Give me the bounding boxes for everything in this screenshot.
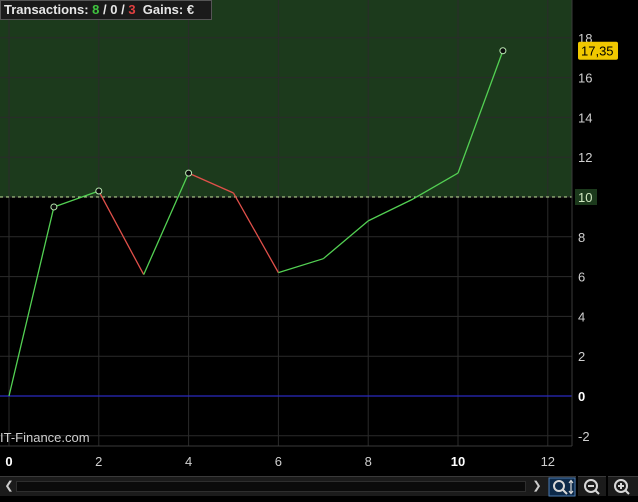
y-tick-label: 2: [578, 349, 585, 364]
separator: /: [117, 2, 129, 17]
threshold-badge: 10: [575, 189, 597, 205]
equity-chart: -2024681012141618 024681012 10 17,35: [0, 0, 618, 469]
data-point-marker: [499, 47, 507, 55]
zoom-in-button[interactable]: [608, 476, 638, 496]
x-tick-label: 6: [275, 454, 282, 469]
chevron-right-icon[interactable]: ❯: [530, 479, 544, 493]
y-tick-label: 12: [578, 150, 592, 165]
losing-trades-count: 3: [128, 2, 136, 17]
scroll-track[interactable]: [16, 481, 526, 492]
separator: /: [99, 2, 111, 17]
zoom-fit-icon: [548, 477, 576, 497]
last-value-badge: 17,35: [578, 41, 618, 60]
data-point-marker: [185, 169, 193, 177]
data-point-marker: [50, 203, 58, 211]
x-tick-label: 0: [5, 454, 12, 469]
horizontal-scrollbar[interactable]: ❮ ❯: [0, 476, 548, 496]
chevron-left-icon[interactable]: ❮: [2, 479, 16, 493]
x-tick-label: 2: [95, 454, 102, 469]
x-tick-label: 12: [541, 454, 555, 469]
data-point-marker: [95, 187, 103, 195]
gains-label: Gains:: [142, 2, 184, 17]
positive-zone: [0, 0, 572, 197]
y-tick-label: 6: [578, 270, 585, 285]
currency-symbol: €: [186, 2, 195, 17]
y-axis[interactable]: -2024681012141618: [578, 31, 592, 444]
x-tick-label: 4: [185, 454, 192, 469]
zoom-in-icon: [614, 479, 630, 495]
x-tick-label: 8: [365, 454, 372, 469]
zoom-out-icon: [584, 479, 600, 495]
y-tick-label: -2: [578, 429, 590, 444]
threshold-badge-label: 10: [578, 190, 592, 205]
x-axis[interactable]: 0 2 4 6 8 10 12: [5, 454, 555, 469]
y-tick-label: 16: [578, 71, 592, 86]
y-tick-label: 0: [578, 389, 585, 404]
zoom-out-button[interactable]: [578, 476, 606, 496]
x-tick-label: 10: [451, 454, 465, 469]
zoom-fit-button[interactable]: [548, 476, 576, 497]
transactions-label: Transactions:: [4, 2, 89, 17]
transactions-summary: Transactions: 8 / 0 / 3 Gains: €: [0, 0, 212, 20]
watermark: IT-Finance.com: [0, 430, 90, 445]
y-tick-label: 14: [578, 110, 592, 125]
y-tick-label: 8: [578, 230, 585, 245]
y-tick-label: 4: [578, 309, 585, 324]
last-value-label: 17,35: [581, 44, 614, 59]
